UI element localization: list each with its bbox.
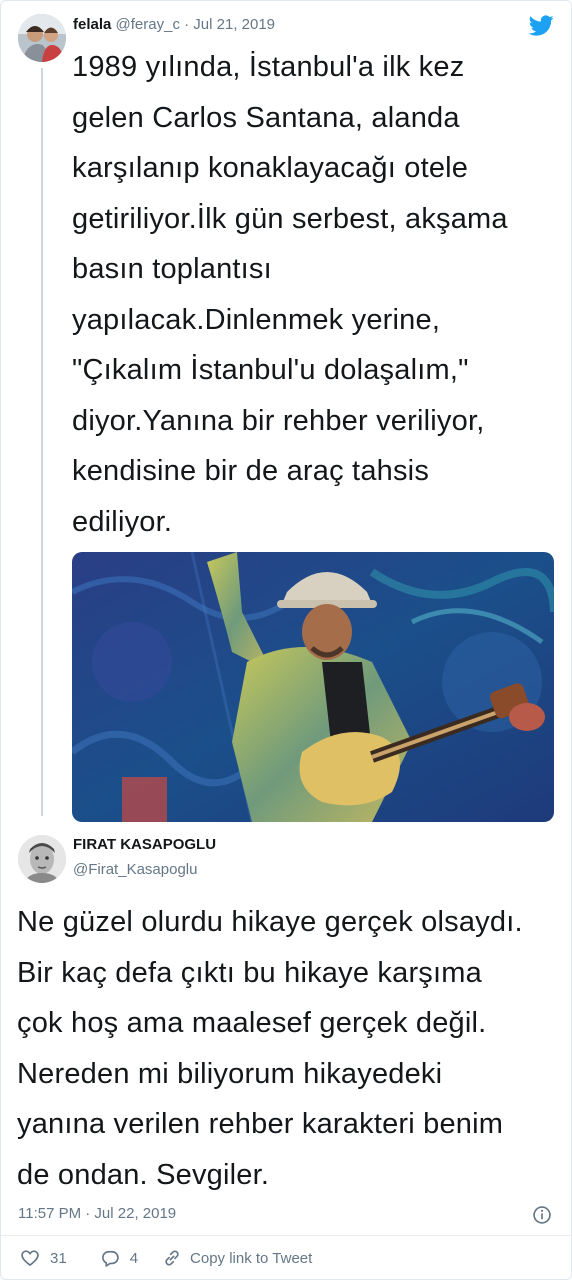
twitter-bird-icon[interactable] bbox=[528, 13, 555, 38]
copy-link-action[interactable]: Copy link to Tweet bbox=[162, 1248, 312, 1268]
reply-timestamp[interactable]: 11:57 PM · Jul 22, 2019 bbox=[18, 1205, 176, 1223]
author-handle[interactable]: @feray_c bbox=[116, 16, 180, 33]
heart-icon[interactable] bbox=[20, 1248, 40, 1268]
action-bar: 31 4 Copy link to Tweet bbox=[20, 1247, 312, 1269]
info-icon[interactable] bbox=[532, 1205, 552, 1225]
link-icon[interactable] bbox=[162, 1248, 182, 1268]
like-count: 31 bbox=[50, 1249, 67, 1267]
tweet-text: 1989 yılında, İstanbul'a ilk kez gelen C… bbox=[72, 51, 508, 538]
date-separator: · bbox=[184, 16, 190, 33]
tweet-photo[interactable] bbox=[72, 552, 554, 822]
divider bbox=[0, 1235, 572, 1236]
reply-action[interactable]: 4 bbox=[100, 1248, 138, 1268]
tweet-date[interactable]: Jul 21, 2019 bbox=[193, 16, 275, 33]
copy-link-label: Copy link to Tweet bbox=[190, 1249, 313, 1267]
reply-count: 4 bbox=[129, 1249, 139, 1267]
avatar-firat-kasapoglu[interactable] bbox=[18, 835, 66, 883]
reply-author-handle[interactable]: @Firat_Kasapoglu bbox=[73, 861, 197, 879]
reply-icon[interactable] bbox=[100, 1248, 120, 1268]
like-action[interactable]: 31 bbox=[20, 1248, 67, 1268]
avatar-felala[interactable] bbox=[18, 14, 66, 62]
thread-connector bbox=[41, 68, 43, 816]
author-name[interactable]: felala bbox=[73, 16, 111, 33]
tweet-header: felala @feray_c · Jul 21, 2019 bbox=[73, 16, 275, 34]
reply-author-name[interactable]: FIRAT KASAPOGLU bbox=[73, 836, 216, 854]
reply-text: Ne güzel olurdu hikaye gerçek olsaydı. B… bbox=[17, 906, 523, 1191]
